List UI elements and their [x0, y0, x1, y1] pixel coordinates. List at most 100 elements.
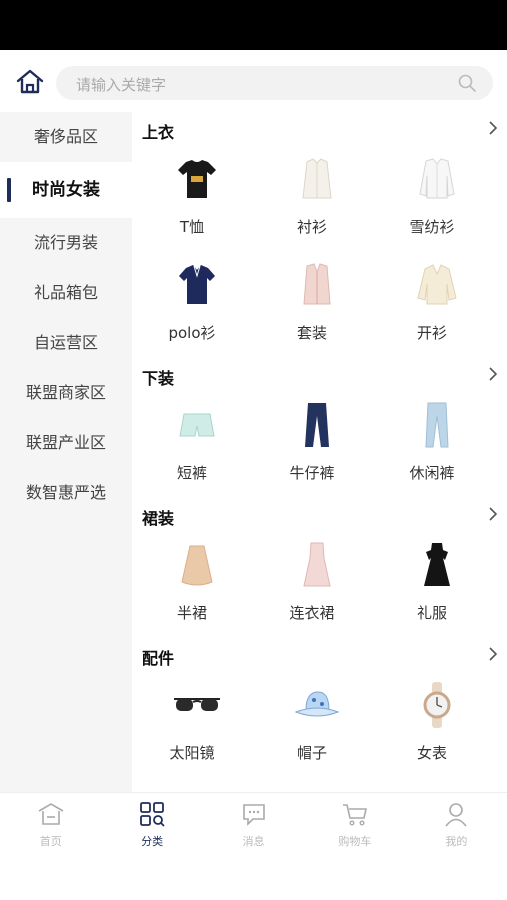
gown-icon	[412, 540, 462, 590]
watch-icon	[412, 680, 462, 730]
category-item-label: 短裤	[176, 464, 207, 482]
home-indicator-area	[0, 852, 507, 900]
chiffon-blouse-icon	[412, 154, 462, 204]
sidebar-item-alliance-industry[interactable]: 联盟产业区	[0, 418, 132, 468]
hat-icon	[292, 680, 342, 730]
category-grid-dresses: 半裙 连衣裙 礼服	[132, 532, 507, 638]
category-item-suit[interactable]: 套装	[252, 252, 372, 358]
cart-icon	[341, 801, 369, 827]
category-item-label: 帽子	[296, 744, 327, 762]
tab-label: 购物车	[338, 835, 372, 848]
shorts-icon	[172, 400, 222, 450]
sidebar-item-label: 礼品箱包	[33, 283, 98, 302]
section-header-dresses[interactable]: 裙装	[132, 498, 507, 532]
section-header-tops[interactable]: 上衣	[132, 112, 507, 146]
category-item-label: 套装	[296, 324, 327, 342]
status-bar	[0, 0, 507, 50]
sidebar-item-label: 数智惠严选	[25, 483, 106, 502]
search-input[interactable]: 请输入关键字	[56, 66, 493, 100]
sidebar-item-smart-selection[interactable]: 数智惠严选	[0, 468, 132, 518]
category-item-jeans[interactable]: 牛仔裤	[252, 392, 372, 498]
category-item-sunglasses[interactable]: 太阳镜	[132, 672, 252, 778]
category-item-label: 衬衫	[296, 218, 327, 236]
sidebar-item-label: 自运营区	[33, 333, 98, 352]
category-grid-tops: T恤 衬衫 雪纺衫 polo衫 套装 开衫	[132, 146, 507, 358]
sidebar-item-womens-fashion[interactable]: 时尚女装	[0, 162, 132, 218]
sidebar-item-label: 时尚女装	[32, 180, 100, 200]
category-item-casual-pants[interactable]: 休闲裤	[372, 392, 492, 498]
home-icon[interactable]	[14, 66, 46, 98]
tab-messages[interactable]: 消息	[203, 793, 304, 852]
category-item-label: 礼服	[416, 604, 447, 622]
sidebar-item-label: 联盟产业区	[25, 433, 106, 452]
jeans-icon	[292, 400, 342, 450]
sidebar-item-label: 奢侈品区	[33, 127, 98, 146]
shirt-icon	[292, 154, 342, 204]
category-item-skirt[interactable]: 半裙	[132, 532, 252, 638]
category-item-label: 女表	[416, 744, 447, 762]
sidebar-item-gifts-bags[interactable]: 礼品箱包	[0, 268, 132, 318]
tab-label: 分类	[141, 835, 164, 848]
dress-icon	[292, 540, 342, 590]
tab-category[interactable]: 分类	[101, 793, 202, 852]
sidebar-item-luxury[interactable]: 奢侈品区	[0, 112, 132, 162]
section-title: 下装	[142, 369, 175, 388]
bottom-tab-bar: 首页 分类 消息 购物车 我的	[0, 792, 507, 852]
category-item-tshirt[interactable]: T恤	[132, 146, 252, 252]
section-header-accessories[interactable]: 配件	[132, 638, 507, 672]
chevron-right-icon[interactable]	[487, 366, 499, 382]
category-item-label: T恤	[179, 218, 205, 236]
tab-profile[interactable]: 我的	[406, 793, 507, 852]
sidebar-item-label: 流行男装	[33, 233, 98, 252]
category-item-cardigan[interactable]: 开衫	[372, 252, 492, 358]
profile-icon	[442, 801, 470, 827]
sidebar-item-self-operated[interactable]: 自运营区	[0, 318, 132, 368]
category-item-dress[interactable]: 连衣裙	[252, 532, 372, 638]
category-item-label: 开衫	[416, 324, 447, 342]
category-item-label: 牛仔裤	[289, 464, 335, 482]
message-icon	[240, 801, 268, 827]
search-icon[interactable]	[457, 73, 477, 93]
section-header-bottoms[interactable]: 下装	[132, 358, 507, 392]
category-item-label: polo衫	[168, 324, 216, 342]
sidebar-item-label: 联盟商家区	[25, 383, 106, 402]
category-item-label: 休闲裤	[409, 464, 455, 482]
section-title: 配件	[142, 649, 175, 668]
category-item-chiffon-blouse[interactable]: 雪纺衫	[372, 146, 492, 252]
chevron-right-icon[interactable]	[487, 646, 499, 662]
skirt-icon	[172, 540, 222, 590]
category-sidebar: 奢侈品区 时尚女装 流行男装 礼品箱包 自运营区 联盟商家区 联盟产业区 数智惠…	[0, 112, 132, 792]
category-item-shorts[interactable]: 短裤	[132, 392, 252, 498]
tab-home[interactable]: 首页	[0, 793, 101, 852]
search-placeholder: 请输入关键字	[76, 76, 167, 94]
chevron-right-icon[interactable]	[487, 120, 499, 136]
category-item-label: 太阳镜	[169, 744, 215, 762]
suit-icon	[292, 260, 342, 310]
sidebar-item-alliance-merchants[interactable]: 联盟商家区	[0, 368, 132, 418]
sunglasses-icon	[172, 680, 222, 730]
polo-shirt-icon	[172, 260, 222, 310]
category-item-watch[interactable]: 女表	[372, 672, 492, 778]
section-title: 裙装	[142, 509, 175, 528]
category-item-label: 雪纺衫	[409, 218, 455, 236]
category-icon	[138, 801, 166, 827]
category-item-gown[interactable]: 礼服	[372, 532, 492, 638]
cardigan-icon	[412, 260, 462, 310]
header: 请输入关键字	[0, 50, 507, 112]
category-content: 上衣 T恤 衬衫 雪纺衫 polo衫 套装 开衫 下装 短裤 牛仔裤 休闲裤 裙…	[132, 112, 507, 792]
category-grid-bottoms: 短裤 牛仔裤 休闲裤	[132, 392, 507, 498]
tab-label: 消息	[242, 835, 265, 848]
category-grid-accessories: 太阳镜 帽子 女表	[132, 672, 507, 778]
casual-pants-icon	[412, 400, 462, 450]
tab-label: 首页	[39, 835, 62, 848]
chevron-right-icon[interactable]	[487, 506, 499, 522]
section-title: 上衣	[142, 123, 175, 142]
category-item-polo[interactable]: polo衫	[132, 252, 252, 358]
tshirt-icon	[172, 154, 222, 204]
category-item-hat[interactable]: 帽子	[252, 672, 372, 778]
tab-label: 我的	[445, 835, 468, 848]
home-icon	[37, 801, 65, 827]
tab-cart[interactable]: 购物车	[304, 793, 405, 852]
sidebar-item-mens-fashion[interactable]: 流行男装	[0, 218, 132, 268]
category-item-shirt[interactable]: 衬衫	[252, 146, 372, 252]
